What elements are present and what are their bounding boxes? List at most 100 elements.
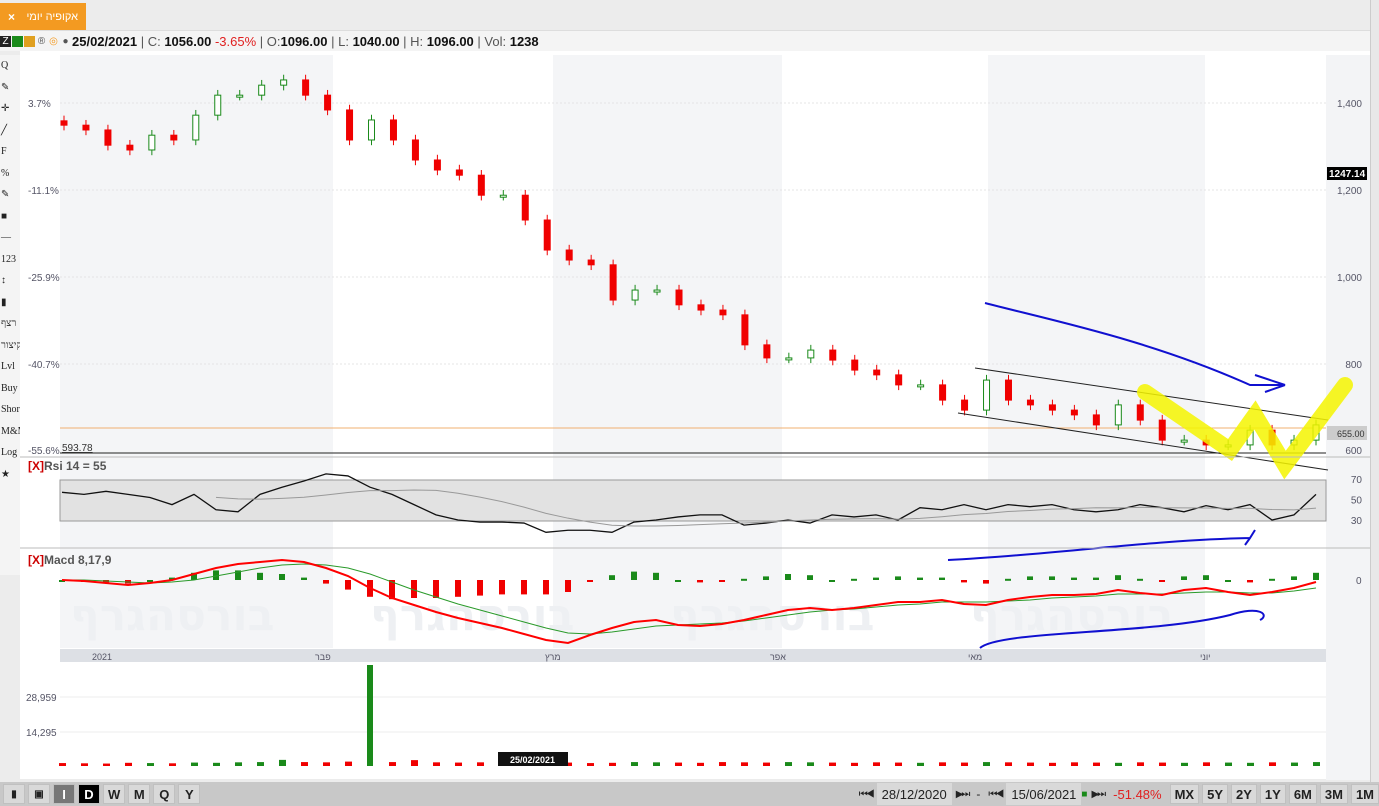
rsi-title: Rsi 14 = 55 [44,459,107,473]
macd-histogram-bar [1203,575,1209,580]
candle [565,249,573,261]
volume-bar [1159,762,1166,766]
chart-canvas[interactable]: בורסהגרף בורסהגרף בורסהגרף בורסהגרף3.7%-11.… [0,0,1379,782]
macd-histogram-bar [301,577,307,580]
end-next-icon[interactable]: ▶⏭ [1087,789,1108,800]
volume-bar [125,762,132,766]
save-icon[interactable]: ▣ [28,784,50,804]
macd-histogram-bar [1313,572,1319,580]
volume-bar [279,759,286,766]
cursor-date-label: 25/02/2021 [510,755,555,765]
candle [785,357,793,361]
macd-histogram-bar [1115,575,1121,580]
candle [455,169,463,176]
macd-histogram-bar [1181,576,1187,580]
candle [1136,404,1144,421]
candle [961,399,969,411]
candle [521,194,529,221]
candle [324,94,332,111]
interval-weekly[interactable]: W [103,784,126,804]
range-5y[interactable]: 5Y [1202,784,1228,804]
macd-histogram-bar [785,574,791,580]
watermark-logo: בורסהגרף [370,590,574,641]
volume-bar [477,762,484,766]
macd-histogram-bar [1137,578,1143,581]
macd-histogram-bar [477,580,483,596]
volume-bar [873,762,880,766]
interval-quarterly[interactable]: Q [153,784,176,804]
rsi-axis-label: 30 [1351,516,1363,527]
interval-monthly[interactable]: M [128,784,151,804]
volume-bar [147,763,154,766]
macd-histogram-bar [1049,576,1055,580]
volume-bar [653,762,660,766]
support-label: 593.78 [62,443,93,454]
range-1y[interactable]: 1Y [1259,784,1286,804]
range-1m[interactable]: 1M [1350,784,1379,804]
macd-histogram-bar [873,577,879,580]
candle [609,264,617,301]
candle [939,384,947,401]
range-6m[interactable]: 6M [1288,784,1317,804]
interval-intraday[interactable]: I [53,784,75,804]
candle [829,349,837,361]
last-price-label: 655.00 [1337,429,1365,439]
interval-daily[interactable]: D [78,784,100,804]
candle [280,79,288,86]
interval-yearly[interactable]: Y [178,784,201,804]
end-prev-icon[interactable]: ⏮◀ [984,789,1006,800]
volume-axis-label: 28,959 [26,693,57,704]
date-axis-label: יוני [1200,652,1211,662]
candle [1048,404,1056,411]
macd-histogram-bar [1225,580,1231,582]
volume-bar [455,762,462,766]
scrollbar[interactable] [1370,0,1379,782]
range-2y[interactable]: 2Y [1231,784,1257,804]
volume-bar [59,763,66,766]
macd-histogram-bar [851,578,857,581]
macd-histogram-bar [147,580,153,582]
candle [917,384,925,388]
period-change: -51.48% [1113,786,1162,802]
candle [368,119,376,141]
date-axis-label: פבר [315,652,331,662]
volume-bar [257,762,264,766]
candle [214,94,222,116]
macd-histogram-bar [1247,580,1253,583]
volume-bar [763,762,770,766]
macd-histogram-bar [323,580,329,584]
volume-bar [411,760,418,766]
volume-bar [719,762,726,766]
volume-bar [1247,762,1254,766]
candle [763,344,771,359]
start-prev-icon[interactable]: ⏮◀ [855,789,877,800]
volume-bar [1225,762,1232,766]
volume-bar [323,762,330,766]
price-marker: 1247.14 [1329,169,1366,180]
start-date[interactable]: 28/12/2020 [876,783,952,805]
date-axis-label: אפר [770,652,786,662]
volume-bar [1071,762,1078,766]
macd-histogram-bar [499,580,505,595]
range-mx[interactable]: MX [1169,784,1200,804]
macd-close-button[interactable]: [X] [28,553,44,567]
rsi-band [59,479,1327,522]
macd-histogram-bar [1269,578,1275,581]
end-date[interactable]: 15/06/2021 [1006,783,1082,805]
volume-axis-label: 14,295 [26,728,57,739]
date-axis-label: מרץ [545,652,561,662]
range-3m[interactable]: 3M [1319,784,1348,804]
rsi-close-button[interactable]: [X] [28,459,44,473]
start-next-icon[interactable]: ▶⏭ [952,789,973,800]
candle-type-button[interactable]: ▮ [3,784,25,804]
rsi-axis-label: 50 [1351,496,1363,507]
price-axis-label: 1,400 [1337,99,1362,110]
watermark-logo: בורסהגרף [670,590,874,641]
price-axis-label: 1,000 [1337,273,1362,284]
volume-bar [1269,762,1276,766]
macd-histogram-bar [961,580,967,583]
volume-bar [895,762,902,766]
volume-bar [301,762,308,766]
macd-histogram-bar [565,580,571,592]
volume-bar [939,762,946,766]
